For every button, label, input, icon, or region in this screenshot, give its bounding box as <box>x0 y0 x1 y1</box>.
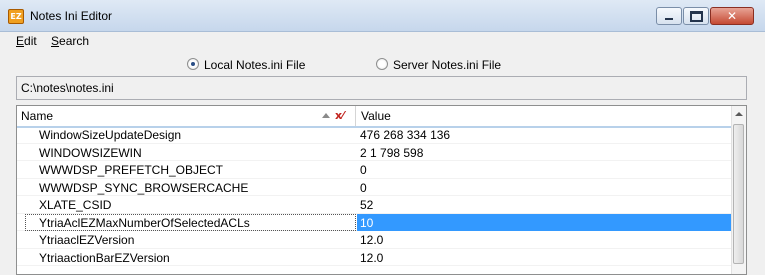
table-row-selected[interactable]: YtriaAclEZMaxNumberOfSelectedACLs 10 <box>17 213 733 231</box>
table-row[interactable]: XLATE_CSID 52 <box>17 196 733 214</box>
close-button[interactable]: ✕ <box>710 7 754 25</box>
row-name: XLATE_CSID <box>39 198 112 212</box>
menu-search[interactable]: Search <box>51 34 89 48</box>
table-row[interactable]: WindowSizeUpdateDesign 476 268 334 136 <box>17 126 733 144</box>
menu-edit-accelerator: E <box>16 34 25 48</box>
row-value[interactable]: 52 <box>357 196 733 213</box>
grid-rows: WindowSizeUpdateDesign 476 268 334 136 W… <box>17 126 733 266</box>
row-name: YtriaactionBarEZVersion <box>39 250 170 265</box>
menu-edit-label: dit <box>24 34 37 48</box>
column-header-value[interactable]: Value <box>357 106 733 126</box>
table-row[interactable]: WWWDSP_SYNC_BROWSERCACHE 0 <box>17 179 733 196</box>
sort-ascending-icon <box>322 113 330 118</box>
menu-edit[interactable]: Edit <box>16 34 37 48</box>
maximize-icon <box>689 10 703 22</box>
ini-path-field[interactable]: C:\notes\notes.ini <box>16 76 747 100</box>
row-name: WINDOWSIZEWIN <box>39 145 142 160</box>
row-value[interactable]: 476 268 334 136 <box>357 126 733 143</box>
server-radio-label[interactable]: Server Notes.ini File <box>393 58 501 72</box>
local-radio-label[interactable]: Local Notes.ini File <box>204 58 305 72</box>
row-name: WindowSizeUpdateDesign <box>39 128 182 142</box>
menu-search-accelerator: S <box>51 34 60 48</box>
source-selector: Local Notes.ini File Server Notes.ini Fi… <box>0 56 765 74</box>
vertical-scrollbar[interactable] <box>731 106 746 274</box>
menu-search-label: earch <box>59 34 90 48</box>
menu-bar: Edit Search <box>0 32 765 52</box>
scroll-up-icon[interactable] <box>735 112 743 116</box>
row-value[interactable]: 0 <box>357 179 733 196</box>
column-header-name[interactable]: Name x⁄ <box>17 106 356 126</box>
row-value[interactable]: 0 <box>357 161 733 178</box>
server-radio[interactable] <box>376 58 388 70</box>
table-row[interactable]: YtriaaclEZVersion 12.0 <box>17 231 733 249</box>
row-name: YtriaaclEZVersion <box>39 233 135 247</box>
local-radio[interactable] <box>187 58 199 70</box>
row-value-selected[interactable]: 10 <box>357 213 733 231</box>
column-header-value-label: Value <box>361 109 391 123</box>
row-name: WWWDSP_PREFETCH_OBJECT <box>39 163 224 177</box>
minimize-icon <box>665 18 673 20</box>
maximize-button[interactable] <box>683 7 709 25</box>
grid-header: Name x⁄ Value <box>17 106 733 128</box>
table-row[interactable]: YtriaactionBarEZVersion 12.0 <box>17 249 733 266</box>
ini-grid[interactable]: Name x⁄ Value WindowSizeUpdateDesign 476… <box>16 105 747 275</box>
column-header-name-label: Name <box>21 109 54 123</box>
row-name: YtriaAclEZMaxNumberOfSelectedACLs <box>39 215 250 230</box>
minimize-button[interactable] <box>656 7 682 25</box>
row-name: WWWDSP_SYNC_BROWSERCACHE <box>39 180 249 195</box>
table-row[interactable]: WWWDSP_PREFETCH_OBJECT 0 <box>17 161 733 179</box>
table-row[interactable]: WINDOWSIZEWIN 2 1 798 598 <box>17 144 733 161</box>
row-value[interactable]: 2 1 798 598 <box>357 144 733 161</box>
app-icon: EZ <box>8 9 24 24</box>
close-icon: ✕ <box>726 9 738 23</box>
window-title: Notes Ini Editor <box>30 9 113 23</box>
filter-icon[interactable]: x⁄ <box>335 109 344 122</box>
row-value[interactable]: 12.0 <box>357 249 733 266</box>
row-value[interactable]: 12.0 <box>357 231 733 248</box>
title-bar[interactable]: EZ Notes Ini Editor ✕ <box>0 0 765 32</box>
scrollbar-thumb[interactable] <box>733 124 744 264</box>
